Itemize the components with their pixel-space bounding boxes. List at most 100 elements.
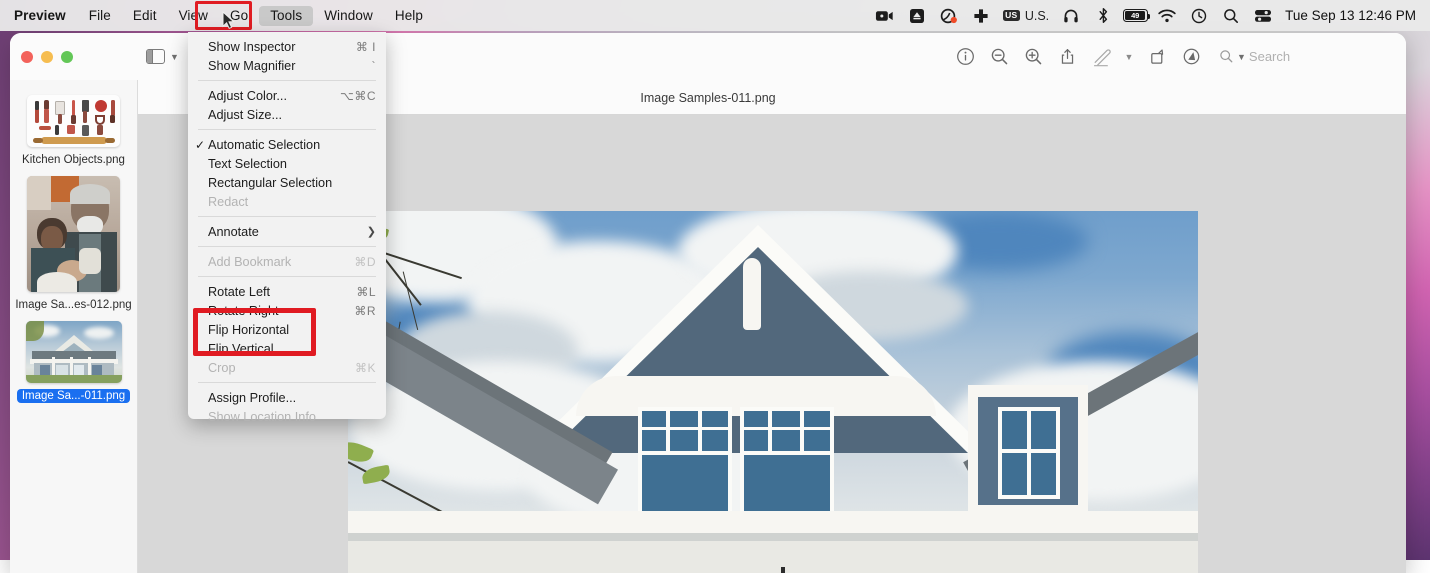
submenu-arrow-icon: ❯ bbox=[367, 225, 376, 238]
menu-item-label: Automatic Selection bbox=[208, 138, 376, 152]
menu-item-add-bookmark: Add Bookmark ⌘D bbox=[188, 252, 386, 271]
app-badge-icon[interactable] bbox=[933, 0, 965, 31]
toolbar-right-group: ▼ ▼ Search bbox=[948, 40, 1406, 74]
menu-item-flip-horizontal[interactable]: Flip Horizontal bbox=[188, 320, 386, 339]
menubar-status-items: US U.S. 49 Tue Sep 13 12:46 PM bbox=[869, 0, 1430, 31]
control-center-icon[interactable] bbox=[1247, 0, 1279, 31]
annotate-icon[interactable] bbox=[1174, 40, 1208, 74]
keyboard-label: U.S. bbox=[1025, 9, 1049, 23]
rotate-icon[interactable] bbox=[1140, 40, 1174, 74]
plus-health-icon[interactable] bbox=[965, 0, 997, 31]
menu-item-assign-profile[interactable]: Assign Profile... bbox=[188, 388, 386, 407]
bluetooth-icon[interactable] bbox=[1087, 0, 1119, 31]
zoom-window-button[interactable] bbox=[61, 51, 73, 63]
search-placeholder: Search bbox=[1249, 49, 1290, 64]
menu-item-label: Rectangular Selection bbox=[208, 176, 376, 190]
close-window-button[interactable] bbox=[21, 51, 33, 63]
tools-dropdown-menu[interactable]: Show Inspector ⌘ I Show Magnifier ` Adju… bbox=[188, 32, 386, 419]
markup-icon[interactable] bbox=[1084, 40, 1118, 74]
spotlight-search-icon[interactable] bbox=[1215, 0, 1247, 31]
menu-separator bbox=[198, 80, 376, 81]
menubar-item-view[interactable]: View bbox=[168, 6, 219, 26]
menubar-item-tools[interactable]: Tools bbox=[259, 6, 313, 26]
menu-item-rectangular-selection[interactable]: Rectangular Selection bbox=[188, 173, 386, 192]
list-item[interactable]: Image Sa...-011.png bbox=[10, 321, 137, 403]
menu-separator bbox=[198, 382, 376, 383]
macos-menubar: Preview File Edit View Go Tools Window H… bbox=[0, 0, 1430, 31]
wifi-icon[interactable] bbox=[1151, 0, 1183, 31]
menu-item-rotate-left[interactable]: Rotate Left ⌘L bbox=[188, 282, 386, 301]
dropbox-icon[interactable] bbox=[901, 0, 933, 31]
mouse-cursor bbox=[222, 11, 236, 30]
list-item[interactable]: Kitchen Objects.png bbox=[10, 95, 137, 167]
menubar-clock[interactable]: Tue Sep 13 12:46 PM bbox=[1279, 8, 1420, 23]
menu-item-show-location-info: Show Location Info bbox=[188, 407, 386, 426]
minimize-window-button[interactable] bbox=[41, 51, 53, 63]
list-item[interactable]: Image Sa...es-012.png bbox=[10, 176, 137, 312]
keyboard-badge: US bbox=[1003, 10, 1020, 22]
menu-item-adjust-color[interactable]: Adjust Color... ⌥⌘C bbox=[188, 86, 386, 105]
gable-window-left[interactable] bbox=[638, 407, 732, 515]
menu-item-shortcut: ⌘D bbox=[354, 255, 376, 269]
menu-item-redact: Redact bbox=[188, 192, 386, 211]
menu-item-label: Show Location Info bbox=[208, 410, 376, 424]
menu-item-label: Rotate Right bbox=[208, 304, 354, 318]
thumbnail-sidebar[interactable]: Kitchen Objects.png Image Sa...es-012. bbox=[10, 80, 138, 573]
search-field[interactable]: ▼ Search bbox=[1214, 44, 1392, 70]
menu-item-label: Adjust Color... bbox=[208, 89, 340, 103]
porch-light-stem bbox=[781, 567, 785, 573]
menu-item-label: Assign Profile... bbox=[208, 391, 376, 405]
kitchen-objects-thumbnail[interactable] bbox=[27, 95, 120, 147]
people-photo-thumbnail[interactable] bbox=[27, 176, 120, 292]
time-machine-icon[interactable] bbox=[1183, 0, 1215, 31]
menubar-item-edit[interactable]: Edit bbox=[122, 6, 168, 26]
battery-icon[interactable]: 49 bbox=[1119, 0, 1151, 31]
house-exterior-photo[interactable] bbox=[348, 211, 1198, 573]
menu-item-label: Rotate Left bbox=[208, 285, 356, 299]
share-icon[interactable] bbox=[1050, 40, 1084, 74]
house-photo-thumbnail[interactable] bbox=[26, 321, 122, 383]
screen-recording-icon[interactable] bbox=[869, 0, 901, 31]
markup-chevron-icon[interactable]: ▼ bbox=[1118, 52, 1140, 62]
porch-roof-edge bbox=[348, 533, 1198, 541]
menu-item-show-magnifier[interactable]: Show Magnifier ` bbox=[188, 56, 386, 75]
menu-item-shortcut: ⌥⌘C bbox=[340, 89, 376, 103]
menu-item-text-selection[interactable]: Text Selection bbox=[188, 154, 386, 173]
zoom-in-icon[interactable] bbox=[1016, 40, 1050, 74]
menu-separator bbox=[198, 216, 376, 217]
menu-item-automatic-selection[interactable]: ✓ Automatic Selection bbox=[188, 135, 386, 154]
menu-separator bbox=[198, 276, 376, 277]
menu-item-shortcut: ⌘ I bbox=[356, 40, 376, 54]
menu-item-rotate-right[interactable]: Rotate Right ⌘R bbox=[188, 301, 386, 320]
menu-item-label: Redact bbox=[208, 195, 376, 209]
checkmark-icon: ✓ bbox=[195, 138, 205, 152]
list-item-label: Kitchen Objects.png bbox=[17, 153, 130, 167]
menu-separator bbox=[198, 246, 376, 247]
menu-item-shortcut: ⌘K bbox=[355, 361, 376, 375]
headphones-icon[interactable] bbox=[1055, 0, 1087, 31]
menu-item-label: Text Selection bbox=[208, 157, 376, 171]
menu-item-adjust-size[interactable]: Adjust Size... bbox=[188, 105, 386, 124]
gable-window-right[interactable] bbox=[740, 407, 834, 515]
menu-item-shortcut: ⌘R bbox=[354, 304, 376, 318]
menu-item-annotate[interactable]: Annotate ❯ bbox=[188, 222, 386, 241]
gable-corbel bbox=[743, 258, 761, 330]
keyboard-input-source[interactable]: US U.S. bbox=[997, 9, 1056, 23]
list-item-label: Image Sa...es-012.png bbox=[10, 298, 136, 312]
menu-item-shortcut: ⌘L bbox=[356, 285, 376, 299]
menubar-app-name[interactable]: Preview bbox=[6, 6, 78, 26]
menubar-item-window[interactable]: Window bbox=[313, 6, 384, 26]
zoom-out-icon[interactable] bbox=[982, 40, 1016, 74]
menu-item-label: Annotate bbox=[208, 225, 367, 239]
menu-item-label: Crop bbox=[208, 361, 355, 375]
info-icon[interactable] bbox=[948, 40, 982, 74]
menu-item-crop: Crop ⌘K bbox=[188, 358, 386, 377]
menubar-item-file[interactable]: File bbox=[78, 6, 122, 26]
menu-item-shortcut: ` bbox=[372, 59, 377, 73]
menu-item-show-inspector[interactable]: Show Inspector ⌘ I bbox=[188, 37, 386, 56]
list-item-label: Image Sa...-011.png bbox=[17, 389, 130, 403]
menu-item-flip-vertical[interactable]: Flip Vertical bbox=[188, 339, 386, 358]
traffic-lights bbox=[10, 51, 73, 63]
menubar-item-help[interactable]: Help bbox=[384, 6, 434, 26]
sidebar-view-button[interactable]: ▼ bbox=[146, 49, 179, 64]
